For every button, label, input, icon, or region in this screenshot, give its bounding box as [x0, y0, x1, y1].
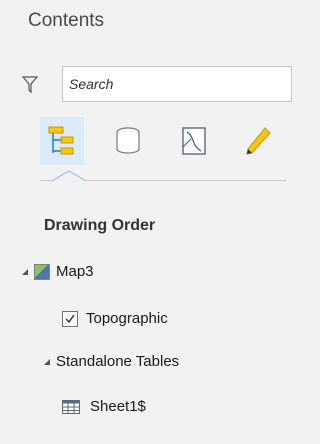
table-icon [62, 399, 80, 414]
list-by-data-source-button[interactable] [106, 117, 150, 165]
tree-item-table[interactable]: Sheet1$ [62, 398, 146, 415]
map-label: Map3 [56, 263, 94, 280]
selection-icon [182, 127, 206, 155]
expand-toggle-icon[interactable] [44, 358, 50, 365]
search-field[interactable] [62, 66, 292, 102]
data-source-icon [116, 127, 140, 154]
drawing-order-heading: Drawing Order [44, 217, 156, 234]
list-by-selection-button[interactable] [172, 117, 216, 165]
filter-icon[interactable] [22, 76, 38, 94]
editing-icon [246, 127, 271, 155]
layer-visibility-checkbox[interactable] [62, 310, 78, 327]
group-label: Standalone Tables [56, 353, 180, 370]
layer-label: Topographic [86, 310, 168, 327]
list-by-editing-button[interactable] [236, 117, 280, 165]
tree-item-layer[interactable]: Topographic [62, 310, 168, 327]
tree-item-standalone-tables[interactable]: Standalone Tables [44, 353, 179, 370]
expand-toggle-icon[interactable] [22, 268, 28, 275]
pane-title: Contents [28, 10, 105, 31]
search-input[interactable] [63, 67, 291, 101]
table-label: Sheet1$ [90, 398, 146, 415]
active-view-caret [52, 170, 86, 182]
map-icon [34, 263, 50, 280]
checkmark-icon [65, 314, 75, 323]
drawing-order-icon [48, 126, 74, 155]
list-by-drawing-order-button[interactable] [40, 117, 84, 165]
tree-item-map[interactable]: Map3 [22, 263, 94, 280]
